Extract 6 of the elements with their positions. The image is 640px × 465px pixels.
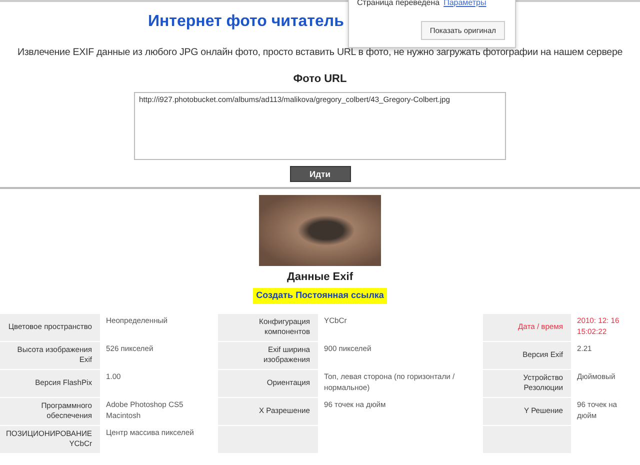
- go-button[interactable]: Идти: [290, 166, 350, 182]
- page-subtitle: Извлечение EXIF данные из любого JPG онлайн фото, просто вставить URL в фото, не нужно загружать фотографии на нашем сервере: [16, 46, 624, 60]
- page-title: Интернет фото читатель: [148, 12, 344, 32]
- permalink-link[interactable]: Создать Постоянная ссылка: [253, 288, 387, 304]
- field-label: Фото URL: [292, 72, 348, 87]
- section-heading: Данные Exif: [286, 271, 354, 284]
